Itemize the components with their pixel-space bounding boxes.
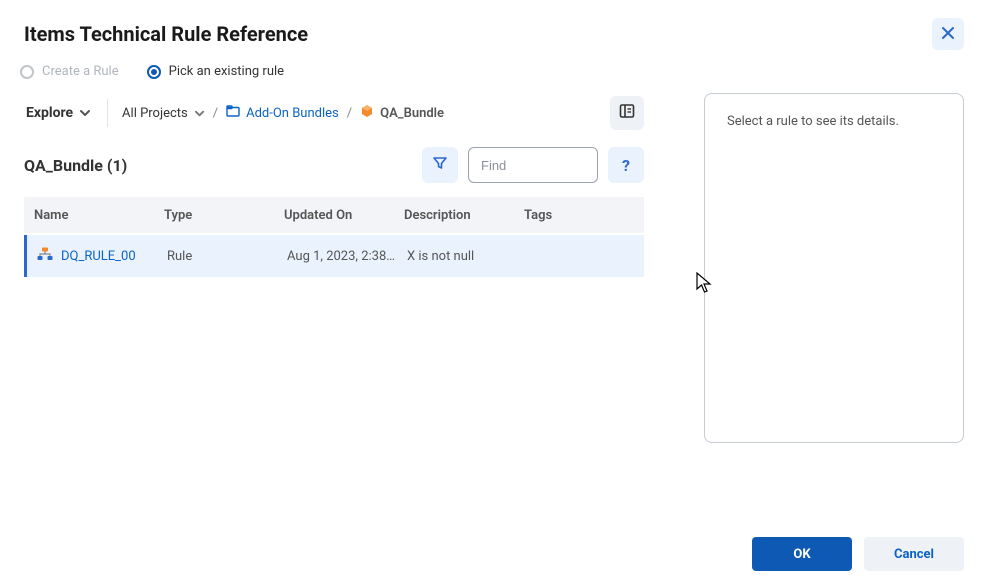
dialog-footer: OK Cancel	[0, 523, 988, 585]
browser-topbar: Explore All Projects /	[24, 93, 644, 133]
row-type: Rule	[167, 249, 287, 264]
breadcrumb-all-label: All Projects	[122, 106, 188, 121]
browser-panel: Explore All Projects /	[24, 89, 644, 523]
cancel-button[interactable]: Cancel	[864, 537, 964, 571]
close-button[interactable]	[932, 18, 964, 50]
search-input[interactable]	[468, 147, 598, 183]
chevron-down-icon	[79, 107, 91, 119]
details-pane: Select a rule to see its details.	[704, 93, 964, 443]
details-placeholder: Select a rule to see its details.	[727, 114, 899, 129]
radio-unselected-icon	[20, 65, 34, 79]
breadcrumb-current-label: QA_Bundle	[380, 106, 444, 121]
rule-reference-dialog: Items Technical Rule Reference Create a …	[0, 0, 988, 585]
close-icon	[941, 25, 955, 44]
dialog-title: Items Technical Rule Reference	[24, 22, 308, 46]
breadcrumb-all-projects[interactable]: All Projects	[122, 106, 205, 121]
filter-button[interactable]	[422, 147, 458, 183]
radio-pick-label: Pick an existing rule	[169, 64, 284, 79]
details-column: Select a rule to see its details.	[704, 89, 964, 523]
table-row[interactable]: DQ_RULE_00 Rule Aug 1, 2023, 2:38… X is …	[24, 235, 644, 277]
dialog-body: Explore All Projects /	[0, 89, 988, 523]
breadcrumb-current: QA_Bundle	[360, 104, 444, 122]
ok-button[interactable]: OK	[752, 537, 852, 571]
radio-pick-existing[interactable]: Pick an existing rule	[147, 64, 284, 79]
help-button[interactable]: ?	[608, 147, 644, 183]
rules-table: Name Type Updated On Description Tags DQ…	[24, 197, 644, 277]
row-name: DQ_RULE_00	[61, 249, 136, 264]
col-header-name[interactable]: Name	[34, 208, 164, 223]
folder-icon	[226, 105, 240, 121]
breadcrumb: All Projects / Add-On Bundles /	[122, 96, 644, 130]
breadcrumb-link-label: Add-On Bundles	[246, 106, 339, 121]
breadcrumb-separator: /	[213, 106, 218, 121]
rule-icon	[37, 247, 53, 265]
filter-icon	[432, 155, 448, 175]
breadcrumb-addon-bundles[interactable]: Add-On Bundles	[226, 105, 339, 121]
question-icon: ?	[622, 156, 630, 175]
explore-label: Explore	[26, 105, 73, 121]
mode-radio-group: Create a Rule Pick an existing rule	[0, 50, 988, 89]
radio-selected-icon	[147, 65, 161, 79]
dialog-header: Items Technical Rule Reference	[0, 0, 988, 50]
radio-create-label: Create a Rule	[42, 64, 119, 79]
ok-label: OK	[793, 547, 810, 562]
breadcrumb-separator: /	[347, 106, 352, 121]
row-description: X is not null	[407, 249, 527, 264]
col-header-description[interactable]: Description	[404, 208, 524, 223]
section-title: QA_Bundle (1)	[24, 156, 412, 175]
radio-create-rule: Create a Rule	[20, 64, 119, 79]
col-header-tags[interactable]: Tags	[524, 208, 644, 223]
col-header-type[interactable]: Type	[164, 208, 284, 223]
bundle-icon	[360, 104, 374, 122]
side-panel-toggle[interactable]	[610, 96, 644, 130]
explore-dropdown[interactable]: Explore	[24, 99, 93, 127]
divider	[107, 99, 108, 127]
chevron-down-icon	[194, 108, 205, 119]
col-header-updated[interactable]: Updated On	[284, 208, 404, 223]
list-toolbar: QA_Bundle (1) ?	[24, 147, 644, 183]
cancel-label: Cancel	[894, 547, 934, 562]
row-updated: Aug 1, 2023, 2:38…	[287, 249, 407, 264]
panel-icon	[619, 103, 635, 123]
table-header: Name Type Updated On Description Tags	[24, 197, 644, 233]
